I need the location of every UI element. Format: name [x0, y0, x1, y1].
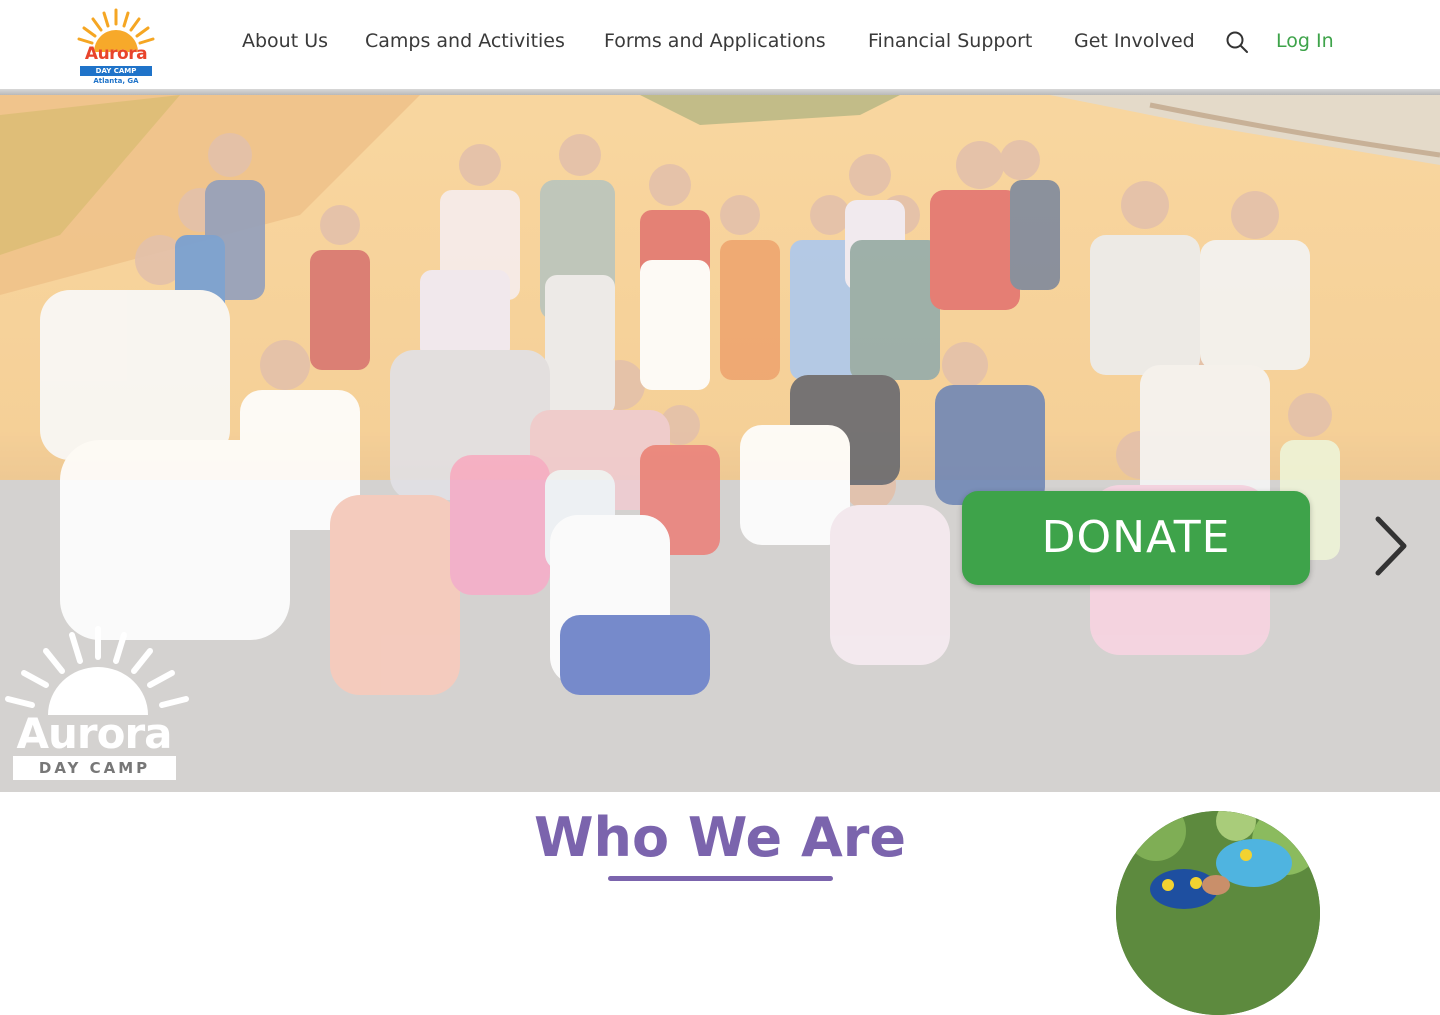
- chevron-right-icon[interactable]: [1370, 515, 1410, 577]
- donate-button[interactable]: DONATE: [962, 491, 1310, 585]
- logo-wordmark: Aurora: [84, 44, 148, 64]
- title-underline: [608, 876, 833, 881]
- logo-band: DAY CAMP: [80, 66, 152, 76]
- nav-financial-support[interactable]: Financial Support: [868, 27, 1032, 55]
- search-icon[interactable]: [1225, 30, 1249, 54]
- site-header: Aurora DAY CAMP Atlanta, GA About Us Cam…: [0, 0, 1440, 89]
- nav-camps-and-activities[interactable]: Camps and Activities: [365, 27, 565, 55]
- aurora-logo[interactable]: Aurora DAY CAMP Atlanta, GA: [74, 6, 158, 86]
- hero-logo-band: DAY CAMP: [13, 756, 176, 780]
- sun-rays-icon: [5, 626, 189, 715]
- section-title: Who We Are: [533, 806, 906, 869]
- hero-slideshow[interactable]: DONATE: [0, 95, 1440, 792]
- nav-about-us[interactable]: About Us: [242, 27, 328, 55]
- logo-city: Atlanta, GA: [93, 77, 139, 85]
- nav-get-involved[interactable]: Get Involved: [1074, 27, 1195, 55]
- nav-forms-and-applications[interactable]: Forms and Applications: [604, 27, 826, 55]
- hero-overlay: [0, 95, 1440, 792]
- login-link[interactable]: Log In: [1276, 27, 1334, 55]
- header-divider: [0, 89, 1440, 95]
- hero-logo-wordmark: Aurora: [16, 709, 172, 758]
- staff-photo: [1116, 811, 1320, 1015]
